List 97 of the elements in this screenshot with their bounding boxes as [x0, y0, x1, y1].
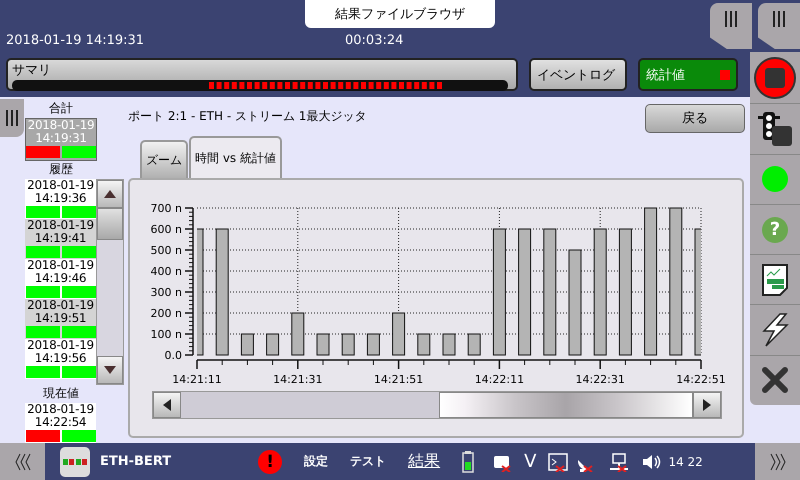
date-time: 2018-01-19 14:19:31 [6, 32, 146, 48]
horizontal-scrollbar[interactable] [152, 391, 722, 419]
grip-icon [773, 11, 785, 27]
axis-label: 0.0 [164, 349, 182, 362]
terminal-icon[interactable] [548, 452, 570, 472]
bar [291, 312, 304, 356]
down-arrow-icon [104, 366, 116, 374]
scroll-down-button[interactable] [97, 356, 123, 384]
up-arrow-icon [104, 190, 116, 198]
section-heading: 現在値 [42, 386, 80, 401]
result-entry[interactable]: 2018-01-19 14:19:51 [25, 299, 96, 339]
result-entry[interactable]: 2018-01-19 14:19:46 [25, 259, 96, 299]
panel-handle[interactable] [758, 3, 800, 49]
stop-icon[interactable] [753, 56, 797, 100]
axis-label: 14:21:31 [273, 373, 322, 386]
status-letter: V [524, 451, 536, 472]
summary-label: サマリ [12, 62, 52, 79]
result-entry[interactable]: 2018-01-19 14:19:56 [25, 339, 96, 379]
grip-icon [725, 11, 737, 27]
screen-title: 結果ファイルブラウザ [305, 0, 495, 28]
scroll-thumb[interactable] [97, 208, 123, 240]
result-entry[interactable]: 2018-01-19 14:19:36 [25, 179, 96, 219]
axis-label: 200 n [150, 307, 182, 320]
scroll-thumb[interactable] [439, 392, 693, 418]
nav-tab[interactable]: 設定 [304, 453, 328, 470]
elapsed-time: 00:03:24 [345, 32, 404, 48]
bar [442, 334, 456, 356]
app-name: ETH-BERT [100, 454, 172, 469]
result-entry[interactable]: 2018-01-19 14:22:54 [25, 403, 96, 443]
grip-icon [6, 110, 18, 126]
scroll-left-button[interactable] [153, 392, 181, 418]
next-button[interactable] [755, 443, 800, 480]
entry-date: 2018-01-19 [28, 119, 94, 132]
app-icon[interactable] [60, 446, 90, 476]
bar [240, 334, 254, 356]
traffic-light-icon[interactable] [758, 112, 792, 146]
entry-date: 2018-01-19 [27, 339, 94, 352]
chart-title: ポート 2:1 - ETH - ストリーム 1最大ジッタ [128, 108, 366, 124]
right-arrow-icon [703, 399, 711, 411]
scroll-right-button[interactable] [693, 392, 721, 418]
battery-icon [462, 450, 474, 472]
summary-panel[interactable]: サマリ [6, 58, 518, 91]
alarm-indicator [720, 70, 730, 80]
panel-handle[interactable] [0, 99, 24, 137]
axis-label: 14:22:51 [676, 373, 726, 386]
axis-label: 700 n [150, 202, 182, 215]
entry-date: 2018-01-19 [27, 219, 94, 232]
entry-time: 14:22:54 [34, 416, 86, 429]
entry-time: 14:19:46 [34, 272, 86, 285]
lightning-icon[interactable] [760, 313, 790, 348]
bar [316, 334, 330, 356]
bar [366, 334, 380, 356]
axis-label: 400 n [150, 265, 182, 278]
entry-time: 14:19:36 [34, 192, 86, 205]
entry-time: 14:19:51 [34, 312, 86, 325]
axis-label: 500 n [150, 244, 182, 257]
alert-button[interactable]: ! [258, 450, 282, 474]
report-icon[interactable] [762, 264, 788, 296]
axis-label: 14:22:11 [474, 373, 524, 386]
entry-date: 2018-01-19 [27, 179, 94, 192]
network-icon[interactable] [610, 452, 630, 472]
chevrons-left-icon [14, 452, 32, 472]
axis-label: 14:21:51 [374, 373, 424, 386]
section-heading: 履歴 [48, 162, 74, 177]
tab[interactable]: ズーム [140, 140, 188, 178]
clock: 14 22 [668, 454, 703, 468]
axis-label: 600 n [150, 223, 182, 236]
close-icon[interactable] [761, 366, 789, 394]
left-arrow-icon [163, 399, 171, 411]
view-button[interactable]: イベントログ [529, 58, 627, 91]
nav-tab[interactable]: テスト [350, 453, 386, 470]
view-button[interactable]: 統計値 [638, 58, 738, 91]
bar [266, 334, 280, 356]
result-entry[interactable]: 2018-01-19 14:19:41 [25, 219, 96, 259]
previous-button[interactable] [0, 443, 45, 480]
tab[interactable]: 時間 vs 統計値 [189, 136, 282, 178]
bar [342, 334, 355, 356]
back-button[interactable]: 戻る [645, 104, 745, 132]
bar [392, 312, 406, 356]
speaker-icon[interactable] [642, 452, 662, 470]
entry-time: 14:19:56 [34, 352, 86, 365]
entry-date: 2018-01-19 [27, 299, 94, 312]
axis-label: 100 n [150, 328, 182, 341]
entry-date: 2018-01-19 [27, 403, 94, 416]
bar [417, 334, 430, 356]
entry-date: 2018-01-19 [27, 259, 94, 272]
scroll-up-button[interactable] [97, 180, 123, 208]
chevrons-right-icon [768, 452, 786, 472]
entry-time: 14:19:31 [35, 132, 87, 145]
entry-time: 14:19:41 [34, 232, 86, 245]
panel-handle[interactable] [710, 3, 752, 49]
bar [468, 334, 481, 356]
axis-label: 300 n [150, 286, 182, 299]
axis-label: 14:21:11 [172, 373, 222, 386]
section-heading: 合計 [48, 101, 74, 116]
nav-tab[interactable]: 結果 [408, 451, 440, 472]
axis-label: 14:22:31 [576, 373, 625, 386]
